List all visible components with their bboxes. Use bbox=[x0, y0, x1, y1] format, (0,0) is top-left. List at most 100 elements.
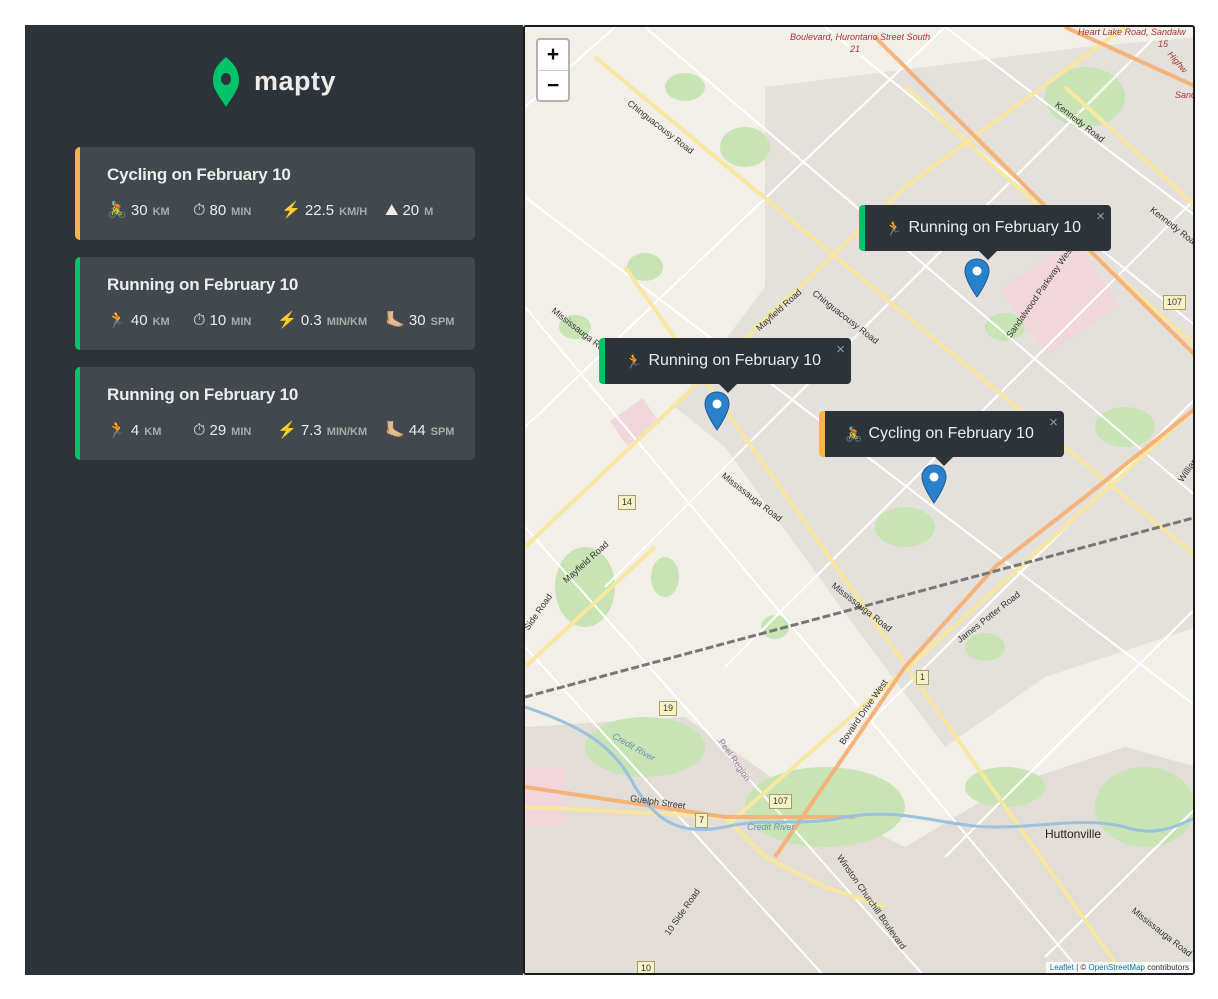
detail-unit: km/h bbox=[339, 206, 368, 218]
runner-icon: 🏃 bbox=[885, 219, 903, 236]
workout-item-cycling[interactable]: Cycling on February 10 🚴 30 km ⏱ 80 min … bbox=[75, 147, 475, 240]
distance-detail: 🏃 4 km bbox=[107, 420, 193, 440]
route-shield: 107 bbox=[1163, 295, 1187, 310]
detail-value: 30 bbox=[130, 202, 148, 219]
detail-value: 0.3 bbox=[300, 312, 322, 329]
workout-popup[interactable]: 🚴 Cycling on February 10 × bbox=[819, 411, 1064, 466]
workout-details: 🏃 40 km ⏱ 10 min ⚡️ 0.3 min/km bbox=[107, 310, 475, 330]
pace-detail: ⚡️ 0.3 min/km bbox=[277, 310, 385, 330]
detail-value: 7.3 bbox=[300, 422, 322, 439]
river-label: Credit River bbox=[747, 822, 795, 832]
road-label: Sand bbox=[1175, 90, 1195, 100]
stopwatch-icon: ⏱ bbox=[193, 422, 206, 439]
mountain-icon: ⛰ bbox=[385, 202, 399, 219]
detail-value: 30 bbox=[408, 312, 426, 329]
detail-unit: spm bbox=[430, 426, 455, 438]
detail-value: 44 bbox=[408, 422, 426, 439]
pace-detail: ⚡️ 7.3 min/km bbox=[277, 420, 385, 440]
route-shield: 7 bbox=[695, 813, 709, 828]
lightning-icon: ⚡️ bbox=[281, 202, 301, 219]
runner-icon: 🏃 bbox=[107, 422, 127, 439]
detail-value: 22.5 bbox=[304, 202, 335, 219]
road-label: Boulevard, Hurontario Street South bbox=[790, 32, 931, 42]
town-label: Huttonville bbox=[1045, 827, 1102, 841]
map-marker-icon[interactable] bbox=[704, 391, 730, 431]
popup-close-button[interactable]: × bbox=[836, 341, 845, 358]
attribution-separator: | © bbox=[1073, 963, 1089, 972]
leaflet-link[interactable]: Leaflet bbox=[1050, 963, 1074, 972]
sidebar: mapty Cycling on February 10 🚴 30 km ⏱ 8… bbox=[25, 25, 523, 975]
detail-unit: min bbox=[231, 426, 252, 438]
speed-detail: ⚡️ 22.5 km/h bbox=[281, 200, 385, 220]
duration-detail: ⏱ 29 min bbox=[193, 422, 277, 440]
stopwatch-icon: ⏱ bbox=[193, 312, 206, 329]
runner-icon: 🏃 bbox=[625, 352, 643, 369]
stopwatch-icon: ⏱ bbox=[193, 202, 206, 219]
detail-unit: min/km bbox=[326, 426, 368, 438]
road-label: 15 bbox=[1158, 39, 1169, 49]
cadence-detail: 🦶🏼 30 spm bbox=[385, 310, 454, 330]
distance-detail: 🚴 30 km bbox=[107, 200, 193, 220]
detail-unit: spm bbox=[430, 316, 455, 328]
detail-value: 4 bbox=[130, 422, 140, 439]
cyclist-icon: 🚴 bbox=[107, 202, 127, 219]
popup-close-button[interactable]: × bbox=[1096, 208, 1105, 225]
distance-detail: 🏃 40 km bbox=[107, 310, 193, 330]
cadence-detail: 🦶🏼 44 spm bbox=[385, 420, 454, 440]
detail-unit: km bbox=[152, 206, 170, 218]
detail-value: 80 bbox=[209, 202, 227, 219]
duration-detail: ⏱ 80 min bbox=[193, 202, 281, 220]
cyclist-icon: 🚴 bbox=[845, 425, 863, 442]
lightning-icon: ⚡️ bbox=[277, 312, 297, 329]
workout-title: Running on February 10 bbox=[107, 385, 299, 404]
map-marker-icon[interactable] bbox=[921, 464, 947, 504]
detail-value: 20 bbox=[402, 202, 420, 219]
detail-unit: min bbox=[231, 206, 252, 218]
foot-icon: 🦶🏼 bbox=[385, 312, 405, 329]
osm-link[interactable]: OpenStreetMap bbox=[1088, 963, 1144, 972]
logo: mapty bbox=[210, 55, 336, 107]
map-pin-logo-icon bbox=[213, 57, 239, 107]
detail-unit: km bbox=[152, 316, 170, 328]
road-label: 21 bbox=[850, 44, 861, 54]
runner-icon: 🏃 bbox=[107, 312, 127, 329]
detail-unit: km bbox=[144, 426, 162, 438]
popup-text: Running on February 10 bbox=[908, 219, 1081, 236]
workout-popup[interactable]: 🏃 Running on February 10 × bbox=[599, 338, 851, 393]
zoom-in-button[interactable]: + bbox=[538, 40, 568, 70]
zoom-out-button[interactable]: − bbox=[538, 70, 568, 100]
workout-details: 🚴 30 km ⏱ 80 min ⚡️ 22.5 km/h bbox=[107, 200, 475, 220]
detail-value: 40 bbox=[130, 312, 148, 329]
popup-text: Cycling on February 10 bbox=[868, 425, 1034, 442]
route-shield: 1 bbox=[916, 670, 930, 685]
workout-popup[interactable]: 🏃 Running on February 10 × bbox=[859, 205, 1111, 260]
detail-value: 29 bbox=[209, 422, 227, 439]
app-root: mapty Cycling on February 10 🚴 30 km ⏱ 8… bbox=[25, 25, 1195, 975]
popup-close-button[interactable]: × bbox=[1049, 414, 1058, 431]
lightning-icon: ⚡️ bbox=[277, 422, 297, 439]
detail-unit: m bbox=[424, 206, 434, 218]
popup-text: Running on February 10 bbox=[648, 352, 821, 369]
route-shield: 10 bbox=[637, 961, 656, 973]
attribution-text: contributors bbox=[1144, 963, 1189, 972]
workout-title: Cycling on February 10 bbox=[107, 165, 291, 184]
map[interactable]: Chinguacousy Road Chinguacousy Road Mayf… bbox=[523, 25, 1195, 975]
workout-title: Running on February 10 bbox=[107, 275, 299, 294]
app-name: mapty bbox=[254, 65, 337, 96]
route-shield: 19 bbox=[659, 701, 678, 716]
detail-unit: min bbox=[231, 316, 252, 328]
detail-value: 10 bbox=[209, 312, 227, 329]
road-label: Heart Lake Road, Sandalw bbox=[1078, 27, 1186, 37]
workout-item-running[interactable]: Running on February 10 🏃 40 km ⏱ 10 min … bbox=[75, 257, 475, 350]
workout-list: Cycling on February 10 🚴 30 km ⏱ 80 min … bbox=[75, 147, 475, 477]
zoom-control: + − bbox=[536, 38, 570, 102]
duration-detail: ⏱ 10 min bbox=[193, 312, 277, 330]
foot-icon: 🦶🏼 bbox=[385, 422, 405, 439]
workout-details: 🏃 4 km ⏱ 29 min ⚡️ 7.3 min/km bbox=[107, 420, 475, 440]
map-marker-icon[interactable] bbox=[964, 258, 990, 298]
route-shield: 107 bbox=[769, 794, 793, 809]
detail-unit: min/km bbox=[326, 316, 368, 328]
map-attribution: Leaflet | © OpenStreetMap contributors bbox=[1045, 962, 1193, 973]
workout-item-running[interactable]: Running on February 10 🏃 4 km ⏱ 29 min ⚡… bbox=[75, 367, 475, 460]
elevation-detail: ⛰ 20 m bbox=[385, 202, 433, 220]
